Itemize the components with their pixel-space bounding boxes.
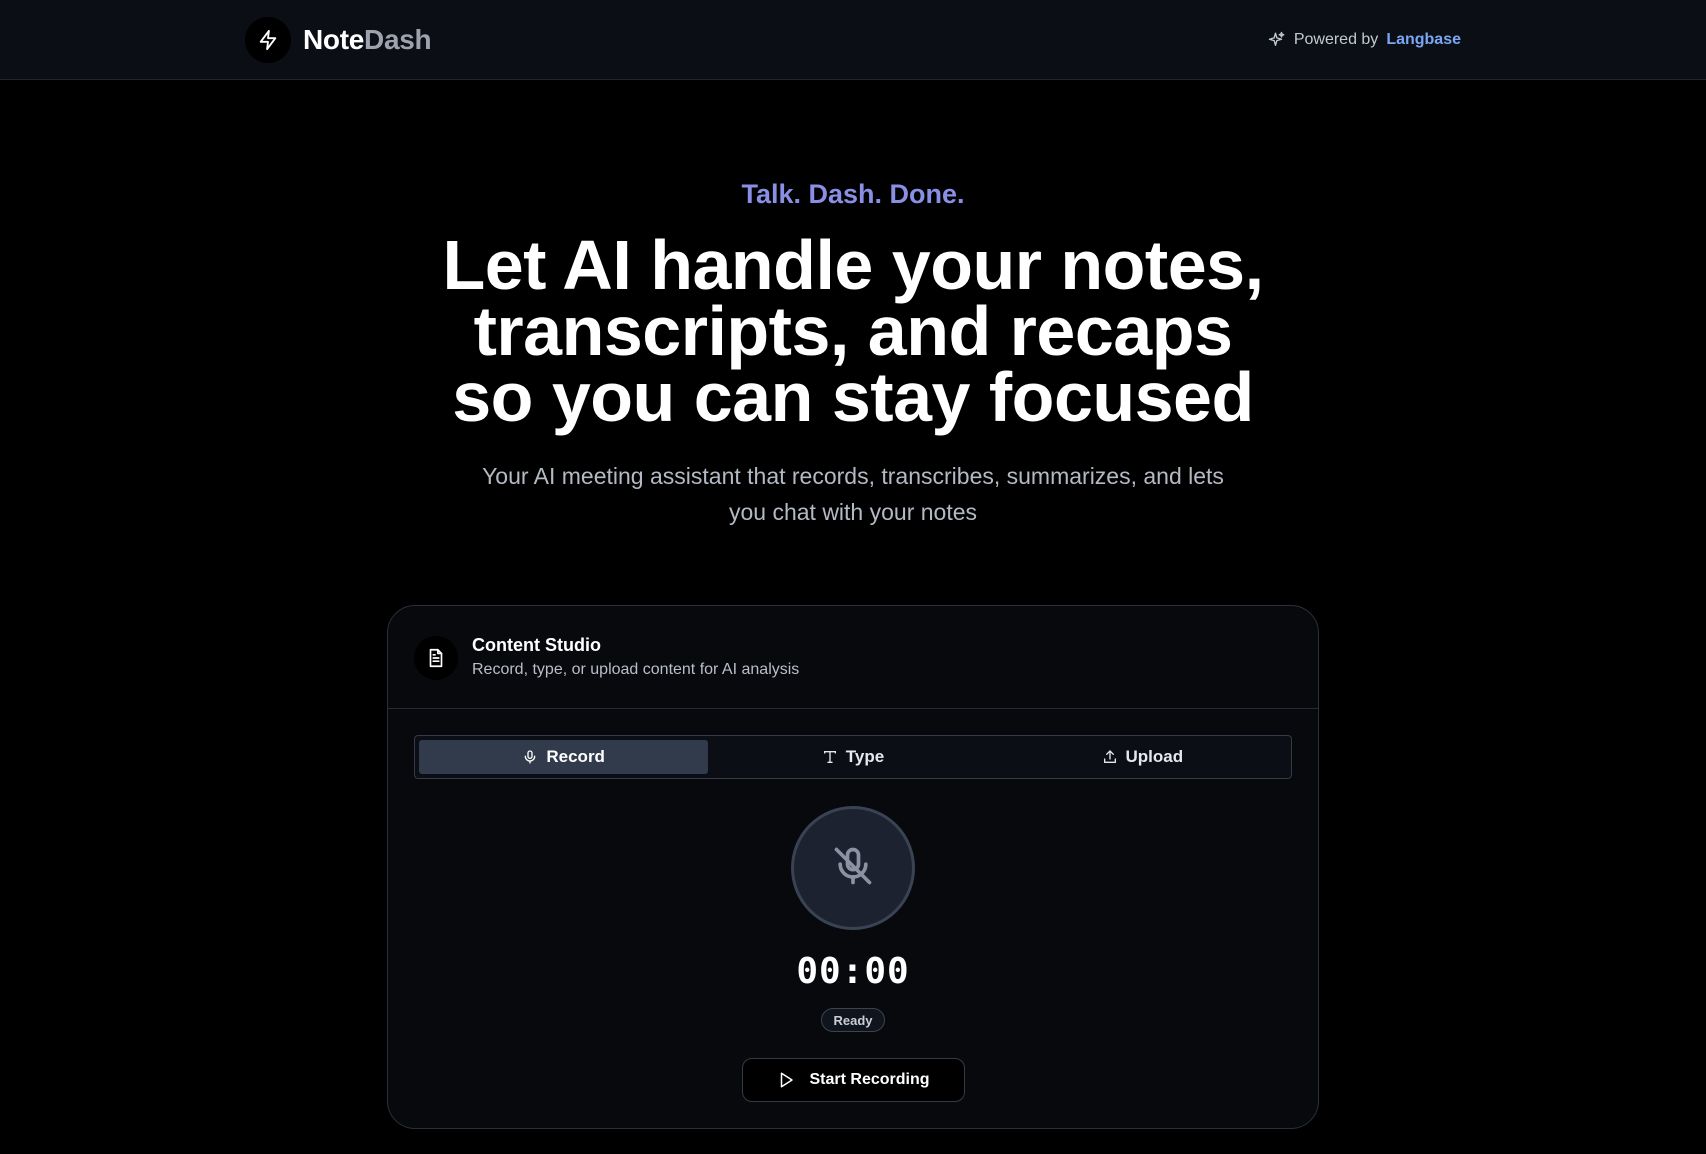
card-header: Content Studio Record, type, or upload c… <box>388 606 1318 709</box>
text-icon <box>822 749 838 765</box>
card-title: Content Studio <box>472 635 601 655</box>
tab-type[interactable]: Type <box>708 740 997 774</box>
document-icon <box>414 636 458 680</box>
brand-logo[interactable]: NoteDash <box>245 17 432 63</box>
tab-record-label: Record <box>546 747 605 766</box>
input-mode-tabs: Record Type Upload <box>414 735 1292 779</box>
start-recording-button[interactable]: Start Recording <box>742 1058 965 1102</box>
hero-tagline: Talk. Dash. Done. <box>741 179 965 209</box>
powered-by: Powered by Langbase <box>1268 27 1461 53</box>
play-icon <box>777 1071 795 1089</box>
brand-name-primary: Note <box>303 24 365 55</box>
langbase-link[interactable]: Langbase <box>1386 31 1461 49</box>
hero-section: Talk. Dash. Done. Let AI handle your not… <box>0 176 1706 530</box>
tab-upload-label: Upload <box>1125 747 1184 766</box>
brand-name: NoteDash <box>303 24 432 56</box>
tab-type-label: Type <box>845 747 885 766</box>
powered-by-label: Powered by <box>1293 31 1379 48</box>
headline-line: transcripts, and recaps <box>473 292 1233 370</box>
microphone-icon <box>522 749 538 765</box>
top-navbar: NoteDash Powered by Langbase <box>0 0 1706 80</box>
headline-line: so you can stay focused <box>452 358 1254 436</box>
upload-icon <box>1102 749 1118 765</box>
bolt-icon <box>245 17 291 63</box>
status-badge: Ready <box>821 1008 885 1032</box>
record-toggle[interactable] <box>791 806 915 930</box>
content-studio-card: Content Studio Record, type, or upload c… <box>387 605 1319 1129</box>
sparkles-icon <box>1268 31 1286 49</box>
tab-upload[interactable]: Upload <box>998 740 1287 774</box>
hero-subtitle: Your AI meeting assistant that records, … <box>482 463 1224 525</box>
recording-timer: 00:00 <box>796 951 910 992</box>
microphone-off-icon <box>831 844 875 893</box>
hero-headline: Let AI handle your notes, transcripts, a… <box>0 226 1706 436</box>
card-subtitle: Record, type, or upload content for AI a… <box>472 661 800 678</box>
start-recording-label: Start Recording <box>809 1071 930 1088</box>
headline-line: Let AI handle your notes, <box>442 226 1264 304</box>
tab-record[interactable]: Record <box>419 740 709 774</box>
brand-name-secondary: Dash <box>364 24 432 55</box>
